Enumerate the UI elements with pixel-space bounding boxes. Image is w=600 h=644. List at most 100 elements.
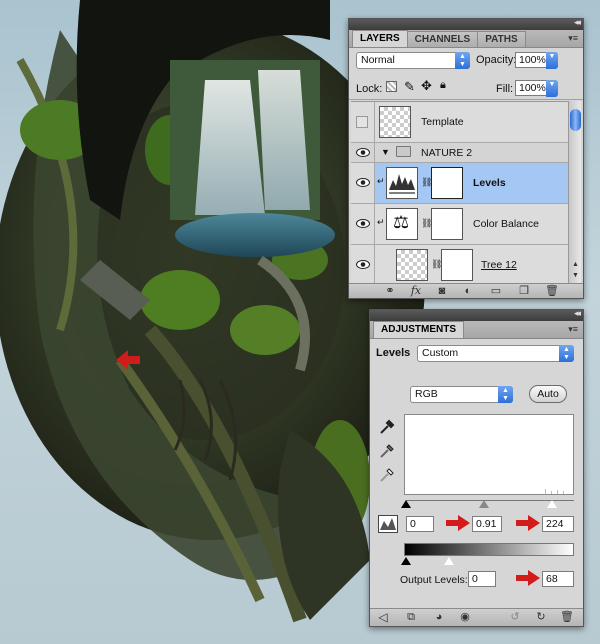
expand-view-icon[interactable]: ⧉ [404, 611, 418, 623]
layer-row-tree-12[interactable]: ⛓ Tree 12 [351, 245, 569, 283]
adjustment-type-label: Levels [376, 347, 411, 359]
visibility-off-box [356, 116, 368, 128]
opacity-dropdown[interactable]: ▼ [546, 52, 558, 69]
eye-icon [356, 147, 370, 157]
input-black-slider[interactable] [401, 500, 411, 508]
preset-value: Custom [422, 347, 459, 359]
collapse-icon[interactable]: ◂◂ [574, 308, 581, 319]
visibility-toggle[interactable] [351, 102, 375, 142]
output-white-field[interactable]: 68 [542, 571, 574, 587]
input-black-field[interactable]: 0 [406, 516, 434, 532]
output-gradient-bar [404, 543, 574, 556]
input-gamma-slider[interactable] [479, 500, 489, 508]
new-layer-icon[interactable]: ❐ [517, 285, 531, 297]
layer-row-nature-2[interactable]: ▼ NATURE 2 [351, 143, 569, 163]
trash-icon[interactable]: 🗑︎ [560, 611, 574, 623]
fill-dropdown[interactable]: ▼ [546, 80, 558, 97]
eye-icon [356, 219, 370, 228]
layer-row-template[interactable]: Template [351, 102, 569, 143]
dropdown-arrow-icon: ▼ [546, 52, 558, 69]
tab-channels[interactable]: CHANNELS [406, 31, 479, 47]
layer-mask-thumbnail[interactable] [431, 208, 463, 240]
layer-name: Color Balance [473, 218, 539, 230]
layers-panel-titlebar[interactable]: ◂◂ [349, 17, 583, 30]
output-black-field[interactable]: 0 [468, 571, 496, 587]
dropdown-arrow-icon: ▼ [546, 80, 558, 97]
adjustments-footer: ◁ ⧉ ◕ ◉ ↺ ↻ 🗑︎ [370, 608, 583, 626]
visibility-icon[interactable]: ◉ [458, 611, 472, 623]
previous-state-icon[interactable]: ↺ [508, 611, 522, 623]
lock-position-icon[interactable]: ✥ [421, 78, 432, 94]
layer-name: Template [421, 116, 464, 128]
annotation-arrow-icon [516, 570, 540, 586]
blend-mode-select[interactable]: Normal ▲ ▼ [356, 52, 470, 69]
layers-panel-tabs: LAYERS CHANNELS PATHS ▾≡ [349, 30, 583, 48]
layer-row-color-balance[interactable]: ↵ ⚖ ⛓ Color Balance [351, 204, 569, 245]
visibility-toggle[interactable] [351, 163, 375, 203]
input-white-field[interactable]: 224 [542, 516, 574, 532]
lock-all-icon[interactable]: 🔒︎ [440, 79, 446, 92]
tab-paths[interactable]: PATHS [477, 31, 526, 47]
channel-select[interactable]: RGB ▲ ▼ [410, 386, 513, 403]
back-arrow-icon[interactable]: ◁ [376, 611, 390, 623]
adjustments-panel-titlebar[interactable]: ◂◂ [370, 308, 583, 321]
layer-thumbnail [379, 106, 411, 138]
gray-point-eyedropper-icon[interactable] [378, 442, 396, 460]
layers-footer: ⚭ fx ◙ ◐ ▭ ❐ 🗑︎ [349, 283, 583, 298]
white-point-eyedropper-icon[interactable] [378, 466, 396, 484]
trash-icon[interactable]: 🗑︎ [545, 285, 559, 297]
clip-icon[interactable]: ◕ [432, 611, 446, 623]
lock-pixels-icon[interactable]: ✎ [404, 79, 415, 95]
levels-adjustment-icon [386, 167, 418, 199]
input-white-slider[interactable] [546, 499, 558, 509]
black-point-eyedropper-icon[interactable] [378, 418, 396, 436]
panel-menu-icon[interactable]: ▾≡ [568, 33, 578, 44]
layer-name: Tree 12 [481, 259, 517, 271]
eye-icon [356, 260, 370, 269]
adjustments-panel: ◂◂ ADJUSTMENTS ▾≡ Levels Custom ▲ ▼ RGB ▲… [369, 308, 584, 627]
layer-name: Levels [473, 177, 506, 189]
scroll-thumb[interactable] [570, 109, 581, 131]
clipping-preview-icon[interactable] [378, 515, 398, 533]
mask-icon[interactable]: ◙ [435, 285, 449, 297]
visibility-toggle[interactable] [351, 143, 375, 162]
eye-icon [356, 178, 370, 187]
color-balance-adjustment-icon: ⚖ [386, 208, 418, 240]
fx-icon[interactable]: fx [409, 285, 423, 297]
adjustment-layer-icon[interactable]: ◐ [461, 285, 475, 297]
clipping-arrow-icon: ↵ [377, 176, 385, 186]
panel-menu-icon[interactable]: ▾≡ [568, 324, 578, 335]
channel-value: RGB [415, 388, 438, 400]
opacity-input[interactable]: 100% [515, 52, 547, 68]
tab-adjustments[interactable]: ADJUSTMENTS [373, 321, 465, 338]
layer-mask-thumbnail[interactable] [441, 249, 473, 281]
layers-panel: ◂◂ LAYERS CHANNELS PATHS ▾≡ Normal ▲ ▼ Op… [348, 17, 584, 299]
histogram [404, 414, 574, 495]
collapse-icon[interactable]: ◂◂ [574, 17, 581, 28]
tab-layers[interactable]: LAYERS [352, 30, 408, 47]
scroll-arrows-icon[interactable]: ▲ ▼ [569, 259, 582, 283]
new-group-icon[interactable]: ▭ [489, 285, 503, 297]
fill-input[interactable]: 100% [515, 80, 547, 96]
visibility-toggle[interactable] [351, 204, 375, 244]
clipping-arrow-icon: ↵ [377, 217, 385, 227]
reset-icon[interactable]: ↻ [534, 611, 548, 623]
visibility-toggle[interactable] [351, 245, 375, 283]
auto-button[interactable]: Auto [529, 385, 567, 403]
expand-triangle-icon[interactable]: ▼ [381, 147, 390, 157]
lock-transparency-icon[interactable] [386, 81, 397, 92]
fill-label: Fill: [496, 83, 514, 95]
output-white-slider[interactable] [443, 556, 455, 566]
layer-row-levels[interactable]: ↵ ⛓ Levels [351, 163, 569, 204]
preset-select[interactable]: Custom ▲ ▼ [417, 345, 574, 362]
opacity-label: Opacity: [476, 54, 517, 66]
layer-thumbnail [396, 249, 428, 281]
input-gamma-field[interactable]: 0.91 [472, 516, 502, 532]
layers-scrollbar[interactable]: ▲ ▼ [568, 101, 581, 283]
layer-mask-thumbnail[interactable] [431, 167, 463, 199]
link-icon[interactable]: ⚭ [383, 285, 397, 297]
folder-icon [396, 146, 411, 157]
select-arrows-icon: ▲ ▼ [498, 386, 513, 403]
output-black-slider[interactable] [401, 557, 411, 565]
output-levels-label: Output Levels: [400, 574, 468, 586]
